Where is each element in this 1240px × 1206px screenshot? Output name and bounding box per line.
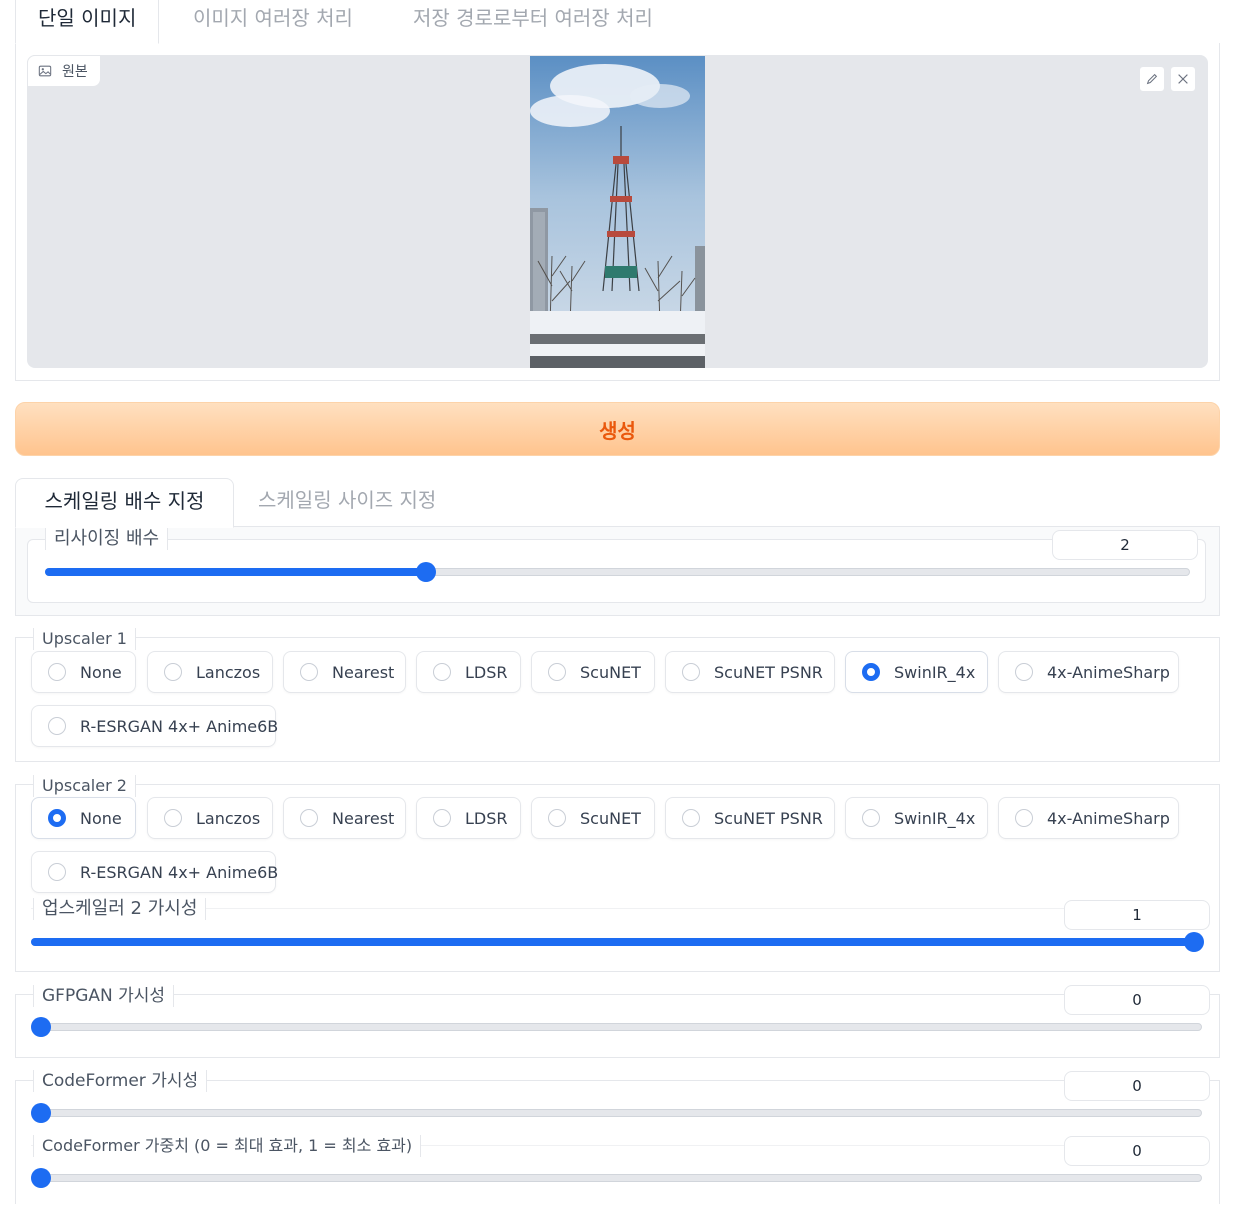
upscaler2-visibility-label: 업스케일러 2 가시성	[33, 898, 207, 920]
radio-icon	[1015, 809, 1033, 827]
tab-scale-to[interactable]: 스케일링 사이즈 지정	[258, 478, 436, 528]
image-source-text: 원본	[62, 64, 88, 80]
resize-label: 리사이징 배수	[45, 528, 169, 550]
radio-icon	[48, 809, 66, 827]
option-label: Nearest	[332, 662, 395, 682]
radio-icon	[548, 809, 566, 827]
edit-image-button[interactable]	[1139, 66, 1165, 92]
codeformer-weight-track[interactable]	[31, 1174, 1202, 1182]
upscaler1-option[interactable]: Nearest	[283, 651, 406, 693]
close-icon	[1178, 74, 1188, 84]
upscaler2-option[interactable]: Lanczos	[147, 797, 273, 839]
option-label: LDSR	[465, 662, 508, 682]
radio-icon	[300, 809, 318, 827]
radio-icon	[433, 663, 451, 681]
upscaler1-option[interactable]: R-ESRGAN 4x+ Anime6B	[31, 705, 279, 747]
codeformer-weight-label: CodeFormer 가중치 (0 = 최대 효과, 1 = 최소 효과)	[33, 1135, 422, 1157]
tab-batch-images[interactable]: 이미지 여러장 처리	[193, 0, 353, 43]
codeformer-weight-input[interactable]: 0	[1064, 1136, 1210, 1166]
radio-icon	[164, 663, 182, 681]
tab-scale-by[interactable]: 스케일링 배수 지정	[15, 478, 234, 528]
resize-slider-thumb[interactable]	[416, 562, 436, 582]
option-label: 4x-AnimeSharp	[1047, 808, 1170, 828]
upscaler2-visibility-divider	[31, 908, 1208, 909]
radio-icon	[164, 809, 182, 827]
upscaler2-option[interactable]: ScuNET	[531, 797, 655, 839]
upscaler1-option[interactable]: 4x-AnimeSharp	[998, 651, 1179, 693]
upscaler1-option[interactable]: Lanczos	[147, 651, 273, 693]
resize-number-input[interactable]: 2	[1052, 530, 1198, 560]
generate-button[interactable]: 생성	[15, 402, 1220, 456]
upscaler1-option[interactable]: ScuNET PSNR	[665, 651, 835, 693]
upscaler1-divider	[15, 637, 1220, 638]
tab-batch-from-directory[interactable]: 저장 경로로부터 여러장 처리	[413, 0, 653, 43]
upscaler2-option[interactable]: R-ESRGAN 4x+ Anime6B	[31, 851, 279, 893]
gfpgan-divider	[15, 994, 1220, 995]
image-icon	[38, 65, 52, 77]
pencil-icon	[1146, 73, 1158, 85]
codeformer-visibility-label: CodeFormer 가시성	[33, 1070, 208, 1092]
option-label: SwinIR_4x	[894, 808, 976, 828]
option-label: LDSR	[465, 808, 508, 828]
upscaler2-visibility-thumb[interactable]	[1184, 932, 1204, 952]
option-label: None	[80, 808, 122, 828]
radio-icon	[682, 809, 700, 827]
radio-icon	[1015, 663, 1033, 681]
option-label: R-ESRGAN 4x+ Anime6B	[80, 716, 279, 736]
upscaler1-option[interactable]: ScuNET	[531, 651, 655, 693]
tab-single-image[interactable]: 단일 이미지	[15, 0, 160, 44]
option-label: Lanczos	[196, 662, 261, 682]
radio-icon	[862, 663, 880, 681]
radio-icon	[48, 863, 66, 881]
option-label: ScuNET	[580, 808, 641, 828]
radio-icon	[48, 717, 66, 735]
upscaler2-option[interactable]: SwinIR_4x	[845, 797, 988, 839]
clear-image-button[interactable]	[1170, 66, 1196, 92]
upscaler1-label: Upscaler 1	[33, 628, 136, 650]
gfpgan-input[interactable]: 0	[1064, 985, 1210, 1015]
gfpgan-thumb[interactable]	[31, 1017, 51, 1037]
upscaler2-label: Upscaler 2	[33, 775, 136, 797]
source-photo	[530, 56, 705, 368]
upscaler1-option[interactable]: None	[31, 651, 136, 693]
gfpgan-track[interactable]	[31, 1023, 1202, 1031]
top-tabs: 단일 이미지 이미지 여러장 처리 저장 경로로부터 여러장 처리	[15, 0, 1220, 44]
upscaler2-option[interactable]: None	[31, 797, 136, 839]
upscaler1-option[interactable]: LDSR	[416, 651, 521, 693]
gfpgan-label: GFPGAN 가시성	[33, 985, 175, 1007]
upscaler2-option[interactable]: Nearest	[283, 797, 406, 839]
radio-icon	[48, 663, 66, 681]
radio-icon	[682, 663, 700, 681]
radio-icon	[433, 809, 451, 827]
option-label: Nearest	[332, 808, 395, 828]
radio-icon	[862, 809, 880, 827]
option-label: None	[80, 662, 122, 682]
upscaler1-option[interactable]: SwinIR_4x	[845, 651, 988, 693]
upscaler2-visibility-fill	[31, 938, 1194, 946]
upscaler2-visibility-input[interactable]: 1	[1064, 900, 1210, 930]
option-label: ScuNET	[580, 662, 641, 682]
radio-icon	[300, 663, 318, 681]
radio-icon	[548, 663, 566, 681]
upscaler2-option[interactable]: ScuNET PSNR	[665, 797, 835, 839]
codeformer-visibility-input[interactable]: 0	[1064, 1071, 1210, 1101]
image-source-label: 원본	[27, 55, 101, 87]
upscaler2-option[interactable]: 4x-AnimeSharp	[998, 797, 1179, 839]
resize-slider-fill	[45, 568, 426, 576]
option-label: ScuNET PSNR	[714, 808, 823, 828]
codeformer-weight-thumb[interactable]	[31, 1168, 51, 1188]
codeformer-visibility-track[interactable]	[31, 1109, 1202, 1117]
option-label: Lanczos	[196, 808, 261, 828]
option-label: R-ESRGAN 4x+ Anime6B	[80, 862, 279, 882]
upscaler2-option[interactable]: LDSR	[416, 797, 521, 839]
option-label: SwinIR_4x	[894, 662, 976, 682]
codeformer-visibility-thumb[interactable]	[31, 1103, 51, 1123]
option-label: 4x-AnimeSharp	[1047, 662, 1170, 682]
upscaler2-divider	[15, 784, 1220, 785]
option-label: ScuNET PSNR	[714, 662, 823, 682]
